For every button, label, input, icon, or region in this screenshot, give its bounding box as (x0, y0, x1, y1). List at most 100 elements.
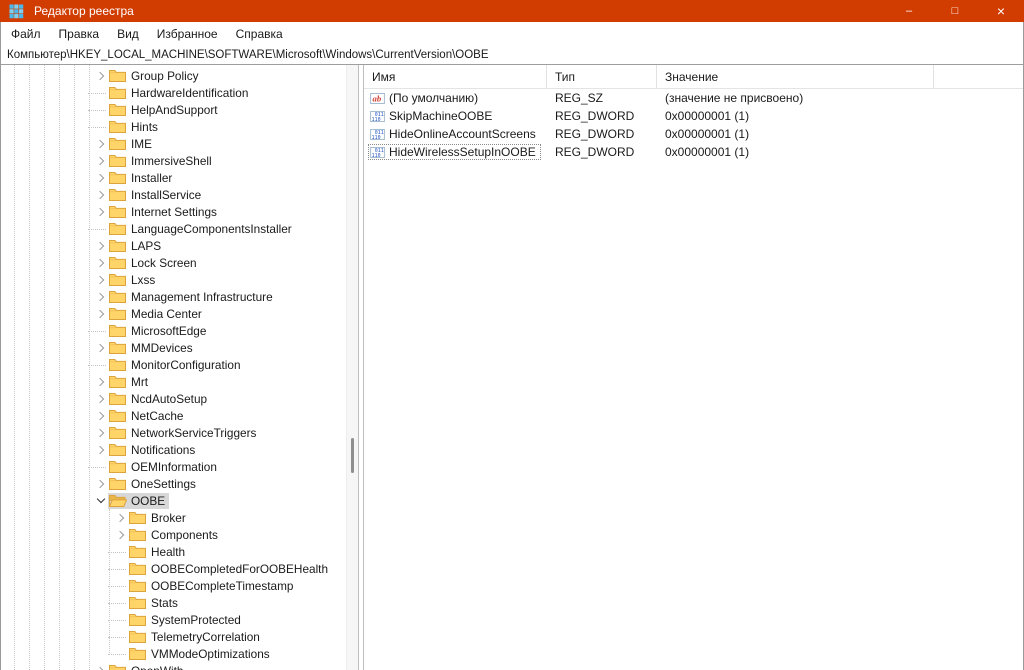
tree-item[interactable]: MicrosoftEdge (1, 322, 345, 339)
value-name-cell[interactable]: 011 110 SkipMachineOOBE (364, 108, 547, 124)
tree-item[interactable]: Broker (1, 509, 345, 526)
minimize-button[interactable]: – (886, 0, 932, 22)
tree-item[interactable]: Notifications (1, 441, 345, 458)
tree-item[interactable]: NetCache (1, 407, 345, 424)
tree-item-label: ImmersiveShell (131, 154, 212, 168)
tree-expander-icon (93, 221, 108, 236)
tree-item-label: InstallService (131, 188, 201, 202)
tree-expander-icon[interactable] (113, 510, 128, 525)
tree-expander-icon[interactable] (113, 527, 128, 542)
svg-text:110: 110 (372, 117, 381, 122)
tree-item-content: OOBE (108, 493, 169, 509)
tree-item-label: MicrosoftEdge (131, 324, 206, 338)
tree-item[interactable]: SystemProtected (1, 611, 345, 628)
column-header-value[interactable]: Значение (657, 65, 934, 88)
tree-item[interactable]: Management Infrastructure (1, 288, 345, 305)
value-name-text: HideWirelessSetupInOOBE (389, 145, 536, 159)
tree-item[interactable]: OOBECompletedForOOBEHealth (1, 560, 345, 577)
tree-expander-icon[interactable] (93, 425, 108, 440)
tree-item[interactable]: OOBECompleteTimestamp (1, 577, 345, 594)
folder-icon (109, 460, 127, 473)
tree-item[interactable]: OneSettings (1, 475, 345, 492)
value-data-cell: 0x00000001 (1) (657, 145, 749, 159)
close-button[interactable]: × (978, 0, 1024, 22)
tree-expander-icon[interactable] (93, 306, 108, 321)
tree-item-label: Media Center (131, 307, 202, 321)
value-name-cell[interactable]: 011 110 HideOnlineAccountScreens (364, 126, 547, 142)
tree-expander-icon[interactable] (93, 204, 108, 219)
tree-item[interactable]: HelpAndSupport (1, 101, 345, 118)
menu-item[interactable]: Правка (50, 24, 109, 44)
folder-icon (129, 630, 147, 643)
tree-item-content: Health (128, 544, 189, 560)
tree-item[interactable]: Health (1, 543, 345, 560)
tree-expander-icon[interactable] (93, 255, 108, 270)
tree-expander-icon[interactable] (93, 476, 108, 491)
tree-expander-icon[interactable] (93, 663, 108, 670)
tree-item[interactable]: Hints (1, 118, 345, 135)
column-header-type[interactable]: Тип (547, 65, 657, 88)
value-type-cell: REG_SZ (547, 91, 657, 105)
tree-item[interactable]: Components (1, 526, 345, 543)
maximize-button[interactable]: □ (932, 0, 978, 22)
svg-text:ab: ab (373, 93, 382, 103)
tree-expander-icon[interactable] (93, 340, 108, 355)
tree-item[interactable]: Lock Screen (1, 254, 345, 271)
tree-item[interactable]: HardwareIdentification (1, 84, 345, 101)
tree-expander-icon[interactable] (93, 391, 108, 406)
tree-expander-icon[interactable] (93, 493, 108, 508)
tree-item[interactable]: IME (1, 135, 345, 152)
tree-scrollbar-thumb[interactable] (351, 438, 354, 473)
registry-value-row[interactable]: 011 110 HideWirelessSetupInOOBE REG_DWOR… (364, 143, 1023, 161)
tree-item-label: Group Policy (131, 69, 199, 83)
address-input[interactable] (1, 45, 1023, 64)
tree-item[interactable]: NcdAutoSetup (1, 390, 345, 407)
tree-expander-icon[interactable] (93, 153, 108, 168)
tree-item[interactable]: LAPS (1, 237, 345, 254)
tree-expander-icon[interactable] (93, 442, 108, 457)
tree-item[interactable]: OpenWith (1, 662, 345, 670)
tree-item[interactable]: OOBE (1, 492, 345, 509)
tree-item[interactable]: OEMInformation (1, 458, 345, 475)
tree-item[interactable]: InstallService (1, 186, 345, 203)
tree-expander-icon[interactable] (93, 408, 108, 423)
tree-scrollbar[interactable] (346, 65, 358, 670)
tree-item[interactable]: Stats (1, 594, 345, 611)
tree-item[interactable]: MMDevices (1, 339, 345, 356)
folder-icon (129, 528, 147, 541)
tree-item[interactable]: Installer (1, 169, 345, 186)
tree-item[interactable]: LanguageComponentsInstaller (1, 220, 345, 237)
tree-expander-icon[interactable] (93, 68, 108, 83)
tree-expander-icon[interactable] (93, 136, 108, 151)
registry-value-row[interactable]: ab (По умолчанию) REG_SZ (значение не пр… (364, 89, 1023, 107)
tree-item[interactable]: Mrt (1, 373, 345, 390)
tree-item[interactable]: MonitorConfiguration (1, 356, 345, 373)
menu-item[interactable]: Справка (227, 24, 292, 44)
tree-expander-icon[interactable] (93, 374, 108, 389)
value-name-cell[interactable]: 011 110 HideWirelessSetupInOOBE (364, 144, 547, 160)
menu-item[interactable]: Избранное (148, 24, 227, 44)
tree-item[interactable]: TelemetryCorrelation (1, 628, 345, 645)
registry-value-row[interactable]: 011 110 HideOnlineAccountScreens REG_DWO… (364, 125, 1023, 143)
value-name-text: HideOnlineAccountScreens (389, 127, 536, 141)
tree-item[interactable]: ImmersiveShell (1, 152, 345, 169)
folder-icon (129, 545, 147, 558)
tree-expander-icon[interactable] (93, 187, 108, 202)
tree-expander-icon[interactable] (93, 289, 108, 304)
tree-expander-icon[interactable] (93, 170, 108, 185)
tree-expander-icon[interactable] (93, 272, 108, 287)
value-name-cell[interactable]: ab (По умолчанию) (364, 90, 547, 106)
tree-expander-icon[interactable] (93, 238, 108, 253)
tree-item-content: InstallService (108, 187, 205, 203)
menu-item[interactable]: Файл (2, 24, 50, 44)
tree-item[interactable]: Group Policy (1, 67, 345, 84)
menu-item[interactable]: Вид (108, 24, 148, 44)
tree-item[interactable]: Media Center (1, 305, 345, 322)
tree-item[interactable]: Internet Settings (1, 203, 345, 220)
value-name-box: 011 110 SkipMachineOOBE (368, 108, 497, 124)
tree-item[interactable]: Lxss (1, 271, 345, 288)
tree-item[interactable]: NetworkServiceTriggers (1, 424, 345, 441)
registry-value-row[interactable]: 011 110 SkipMachineOOBE REG_DWORD 0x0000… (364, 107, 1023, 125)
column-header-name[interactable]: Имя (364, 65, 547, 88)
tree-item[interactable]: VMModeOptimizations (1, 645, 345, 662)
